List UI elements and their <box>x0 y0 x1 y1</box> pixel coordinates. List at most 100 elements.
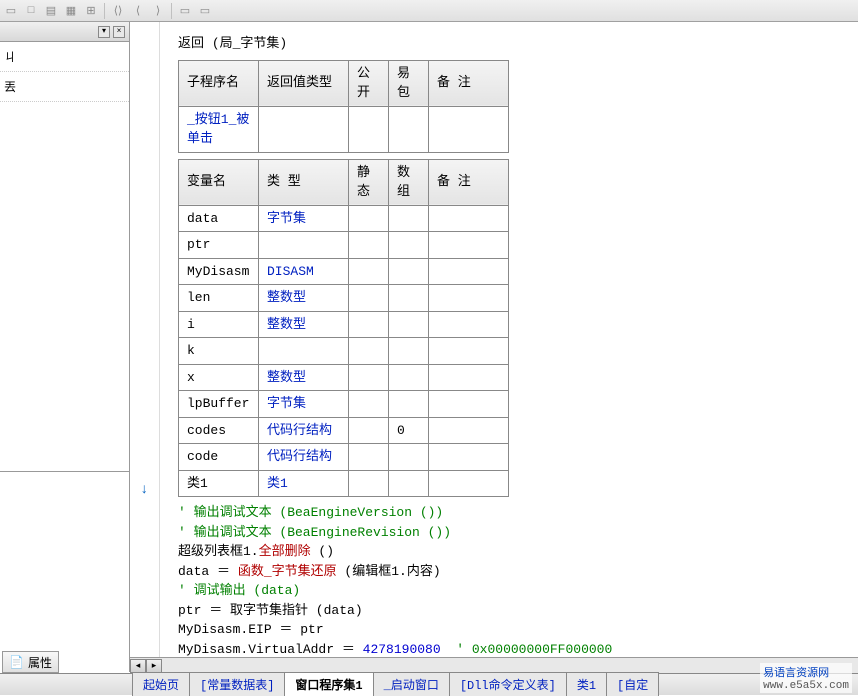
var-type-cell[interactable]: DISASM <box>259 258 349 285</box>
cell[interactable] <box>389 285 429 312</box>
properties-button[interactable]: 📄 属性 <box>2 651 59 673</box>
tb-icon-8[interactable]: ⟩ <box>149 2 167 20</box>
var-type-cell[interactable]: 整数型 <box>259 364 349 391</box>
table-row[interactable]: data 字节集 <box>179 205 509 232</box>
sub-name-cell[interactable]: _按钮1_被单击 <box>179 106 259 152</box>
cell[interactable] <box>429 311 509 338</box>
var-type-cell[interactable] <box>259 338 349 365</box>
table-row[interactable]: i 整数型 <box>179 311 509 338</box>
cell[interactable] <box>349 106 389 152</box>
cell[interactable] <box>349 258 389 285</box>
tab-2[interactable]: 窗口程序集1 <box>284 672 373 696</box>
cell[interactable] <box>429 258 509 285</box>
cell[interactable] <box>429 391 509 418</box>
var-name-cell[interactable]: i <box>179 311 259 338</box>
tab-6[interactable]: [自定 <box>606 672 659 696</box>
cell[interactable] <box>349 285 389 312</box>
var-name-cell[interactable]: ptr <box>179 232 259 259</box>
cell[interactable] <box>389 258 429 285</box>
code-editor[interactable]: ↓ 返回 (局_字节集) 子程序名 返回值类型 公开 易包 备 注 _按钮1_被… <box>130 22 858 672</box>
cell[interactable] <box>429 444 509 471</box>
table-row[interactable]: MyDisasm DISASM <box>179 258 509 285</box>
cell[interactable] <box>349 391 389 418</box>
tb-icon-4[interactable]: ▦ <box>62 2 80 20</box>
tb-icon-3[interactable]: ▤ <box>42 2 60 20</box>
table-row[interactable]: lpBuffer 字节集 <box>179 391 509 418</box>
scroll-left-icon[interactable]: ◂ <box>130 659 146 673</box>
cell[interactable] <box>389 391 429 418</box>
tb-icon-1[interactable]: ▭ <box>2 2 20 20</box>
cell[interactable] <box>429 470 509 497</box>
cell[interactable] <box>429 285 509 312</box>
cell[interactable] <box>349 205 389 232</box>
var-name-cell[interactable]: data <box>179 205 259 232</box>
var-type-cell[interactable]: 代码行结构 <box>259 444 349 471</box>
cell[interactable] <box>389 338 429 365</box>
cell[interactable] <box>429 338 509 365</box>
tb-icon-7[interactable]: ⟨ <box>129 2 147 20</box>
var-type-cell[interactable]: 代码行结构 <box>259 417 349 444</box>
table-row[interactable]: ptr <box>179 232 509 259</box>
table-row[interactable]: len 整数型 <box>179 285 509 312</box>
tab-1[interactable]: [常量数据表] <box>189 672 285 696</box>
horizontal-scrollbar[interactable]: ◂ ▸ <box>130 657 858 673</box>
cell[interactable] <box>349 338 389 365</box>
tab-0[interactable]: 起始页 <box>132 672 190 696</box>
tab-4[interactable]: [Dll命令定义表] <box>449 672 567 696</box>
scroll-right-icon[interactable]: ▸ <box>146 659 162 673</box>
tab-3[interactable]: _启动窗口 <box>373 672 450 696</box>
table-row[interactable]: _按钮1_被单击 <box>179 106 509 152</box>
var-name-cell[interactable]: code <box>179 444 259 471</box>
code-line: 返回 (局_字节集) <box>178 34 850 54</box>
dropdown-icon[interactable]: ▾ <box>98 26 110 38</box>
cell[interactable] <box>389 444 429 471</box>
var-name-cell[interactable]: codes <box>179 417 259 444</box>
var-type-cell[interactable]: 字节集 <box>259 205 349 232</box>
tb-icon-5[interactable]: ⊞ <box>82 2 100 20</box>
cell[interactable] <box>349 444 389 471</box>
tb-icon-10[interactable]: ▭ <box>196 2 214 20</box>
cell[interactable] <box>429 364 509 391</box>
cell[interactable] <box>429 205 509 232</box>
panel-item[interactable]: ㄐ <box>0 42 129 72</box>
cell[interactable] <box>389 364 429 391</box>
code-content: 返回 (局_字节集) 子程序名 返回值类型 公开 易包 备 注 _按钮1_被单击 <box>170 22 858 672</box>
var-name-cell[interactable]: x <box>179 364 259 391</box>
cell[interactable] <box>389 106 429 152</box>
table-row[interactable]: k <box>179 338 509 365</box>
cell[interactable] <box>349 232 389 259</box>
cell[interactable] <box>259 106 349 152</box>
cell[interactable] <box>389 205 429 232</box>
tab-5[interactable]: 类1 <box>566 672 607 696</box>
table-row[interactable]: codes 代码行结构 0 <box>179 417 509 444</box>
var-name-cell[interactable]: k <box>179 338 259 365</box>
cell[interactable] <box>349 364 389 391</box>
tb-icon-9[interactable]: ▭ <box>176 2 194 20</box>
cell[interactable] <box>389 311 429 338</box>
cell[interactable] <box>349 417 389 444</box>
tb-icon-2[interactable]: □ <box>22 2 40 20</box>
panel-item[interactable]: 丟 <box>0 72 129 102</box>
var-type-cell[interactable] <box>259 232 349 259</box>
cell[interactable] <box>389 470 429 497</box>
var-type-cell[interactable]: 类1 <box>259 470 349 497</box>
var-name-cell[interactable]: 类1 <box>179 470 259 497</box>
tb-icon-6[interactable]: ⟨⟩ <box>109 2 127 20</box>
table-row[interactable]: code 代码行结构 <box>179 444 509 471</box>
cell[interactable]: 0 <box>389 417 429 444</box>
var-type-cell[interactable]: 整数型 <box>259 285 349 312</box>
close-icon[interactable]: × <box>113 26 125 38</box>
cell[interactable] <box>429 232 509 259</box>
cell[interactable] <box>349 311 389 338</box>
var-type-cell[interactable]: 整数型 <box>259 311 349 338</box>
cell[interactable] <box>429 106 509 152</box>
table-row[interactable]: 类1 类1 <box>179 470 509 497</box>
var-name-cell[interactable]: MyDisasm <box>179 258 259 285</box>
table-row[interactable]: x 整数型 <box>179 364 509 391</box>
var-name-cell[interactable]: len <box>179 285 259 312</box>
cell[interactable] <box>349 470 389 497</box>
cell[interactable] <box>389 232 429 259</box>
var-name-cell[interactable]: lpBuffer <box>179 391 259 418</box>
var-type-cell[interactable]: 字节集 <box>259 391 349 418</box>
cell[interactable] <box>429 417 509 444</box>
